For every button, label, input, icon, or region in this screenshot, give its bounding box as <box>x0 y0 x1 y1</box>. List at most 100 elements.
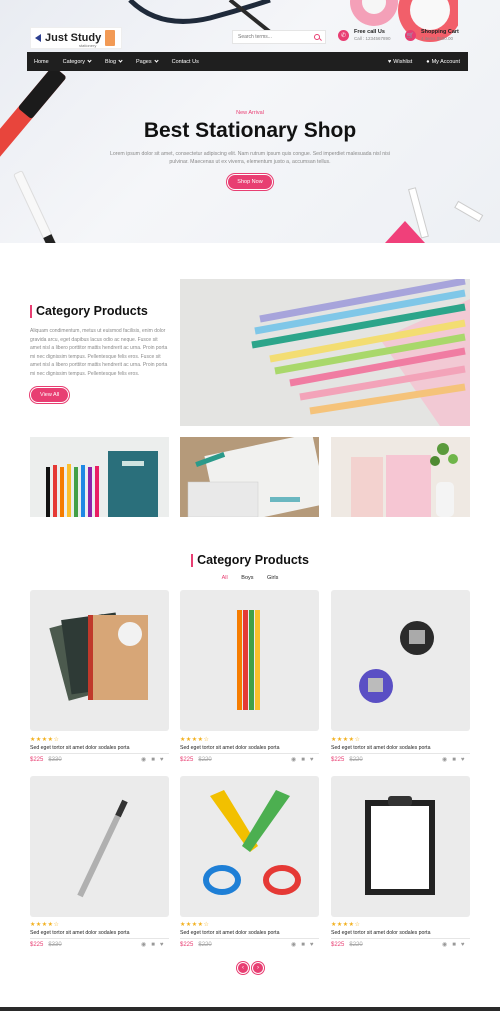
heart-icon[interactable]: ♥ <box>310 757 314 763</box>
heart-icon[interactable]: ♥ <box>461 757 465 763</box>
product-image[interactable] <box>180 776 319 917</box>
product-actions: ◉ ■ ♥ <box>141 941 164 949</box>
product-price: $225 $220 <box>180 942 212 948</box>
user-icon: ● <box>426 58 430 65</box>
keyboard-image <box>187 437 319 517</box>
category-photo-notebooks[interactable] <box>331 437 470 517</box>
carousel-pager: ‹ › <box>237 962 264 974</box>
heart-icon: ♥ <box>388 58 392 65</box>
call-title: Free call Us <box>354 29 385 35</box>
search-input[interactable] <box>238 34 308 40</box>
product-rating: ★★★★☆ <box>331 922 361 928</box>
main-nav: Home Category Blog Pages Contact Us ♥ Wis… <box>27 52 468 71</box>
eye-icon[interactable]: ◉ <box>291 756 296 763</box>
price-current: $225 <box>331 757 345 763</box>
product-title[interactable]: Sed eget tortor sit amet dolor sodales p… <box>180 930 279 936</box>
heart-icon[interactable]: ♥ <box>310 942 314 948</box>
category-photo-markers[interactable] <box>30 437 169 517</box>
search-box[interactable] <box>232 30 326 44</box>
eye-icon[interactable]: ◉ <box>141 941 146 948</box>
divider <box>180 938 319 939</box>
product-image[interactable] <box>30 590 169 731</box>
price-old: $220 <box>349 757 363 763</box>
chevron-down-icon <box>118 58 123 63</box>
product-rating: ★★★★☆ <box>30 922 60 928</box>
category-photo-keyboard[interactable] <box>180 437 319 517</box>
product-image[interactable] <box>331 776 470 917</box>
divider <box>180 753 319 754</box>
pencils-image <box>251 279 470 426</box>
filter-tabs: All Boys Girls <box>0 575 500 581</box>
wishlist-label: Wishlist <box>393 58 413 65</box>
price-old: $220 <box>198 757 212 763</box>
logo-pencil-icon <box>105 30 116 46</box>
product-title[interactable]: Sed eget tortor sit amet dolor sodales p… <box>30 745 129 751</box>
footer-edge <box>0 1007 500 1011</box>
prev-button[interactable]: ‹ <box>237 962 249 974</box>
eye-icon[interactable]: ◉ <box>442 756 447 763</box>
product-rating: ★★★★☆ <box>180 922 210 928</box>
notebooks-product-image <box>49 612 148 701</box>
hero-title: Best Stationary Shop <box>143 119 357 142</box>
eye-icon[interactable]: ◉ <box>141 756 146 763</box>
product-rating: ★★★★☆ <box>180 737 210 743</box>
product-actions: ◉ ■ ♥ <box>442 756 465 764</box>
nav-label: Category <box>62 58 85 65</box>
tab-all[interactable]: All <box>222 575 228 581</box>
product-price: $225 $220 <box>331 757 363 763</box>
view-all-button[interactable]: View All <box>30 387 70 403</box>
tab-boys[interactable]: Boys <box>241 575 253 581</box>
category-intro-description: Aliquam condimentum, metus ut euismod fa… <box>30 328 168 377</box>
nav-label: Contact Us <box>171 58 199 65</box>
phone-icon: ✆ <box>338 29 349 41</box>
shop-now-button[interactable]: Shop Now <box>227 174 273 190</box>
product-price: $225 $330 <box>30 942 62 948</box>
nav-pages[interactable]: Pages <box>136 58 159 65</box>
tab-girls[interactable]: Girls <box>267 575 278 581</box>
wishlist-link[interactable]: ♥ Wishlist <box>388 59 412 65</box>
cart-summary: 4 items $500.00 <box>421 36 454 41</box>
nav-category[interactable]: Category <box>62 58 92 65</box>
category-intro-title: Category Products <box>30 305 170 318</box>
markers-product-image <box>237 610 260 710</box>
next-button[interactable]: › <box>252 962 264 974</box>
product-price: $225 $220 <box>331 942 363 948</box>
cart-icon[interactable]: ■ <box>452 757 456 763</box>
product-image[interactable] <box>180 590 319 731</box>
site-logo[interactable]: Just Study stationery <box>30 27 122 49</box>
price-old: $330 <box>48 942 62 948</box>
cart-icon[interactable]: ■ <box>301 942 305 948</box>
account-link[interactable]: ● My Account <box>426 59 460 65</box>
divider <box>30 753 169 754</box>
product-image[interactable] <box>30 776 169 917</box>
product-actions: ◉ ■ ♥ <box>291 941 314 949</box>
cart-icon[interactable]: ■ <box>452 942 456 948</box>
cart-icon[interactable]: ■ <box>301 757 305 763</box>
nav-right: ♥ Wishlist ● My Account <box>388 52 460 71</box>
eye-icon[interactable]: ◉ <box>291 941 296 948</box>
product-image[interactable] <box>331 590 470 731</box>
cart-icon[interactable]: ■ <box>151 942 155 948</box>
divider <box>30 938 169 939</box>
product-title[interactable]: Sed eget tortor sit amet dolor sodales p… <box>331 745 430 751</box>
nav-contact[interactable]: Contact Us <box>172 59 199 65</box>
eye-icon[interactable]: ◉ <box>442 941 447 948</box>
nav-label: Blog <box>105 58 117 65</box>
logo-arrow-icon <box>35 34 41 42</box>
cart-info[interactable]: 🛒 Shopping Cart 4 items $500.00 <box>405 29 459 41</box>
price-current: $225 <box>180 757 194 763</box>
search-icon[interactable] <box>314 34 320 40</box>
hero-banner: Just Study stationery ✆ Free call Us Cal… <box>0 0 500 243</box>
nav-label: Home <box>34 58 49 65</box>
heart-icon[interactable]: ♥ <box>160 942 164 948</box>
cart-icon[interactable]: ■ <box>151 757 155 763</box>
category-photo-pencils[interactable] <box>180 279 470 426</box>
chevron-down-icon <box>87 58 92 63</box>
heart-icon[interactable]: ♥ <box>160 757 164 763</box>
product-title[interactable]: Sed eget tortor sit amet dolor sodales p… <box>30 930 129 936</box>
nav-blog[interactable]: Blog <box>105 58 123 65</box>
product-title[interactable]: Sed eget tortor sit amet dolor sodales p… <box>180 745 279 751</box>
product-title[interactable]: Sed eget tortor sit amet dolor sodales p… <box>331 930 430 936</box>
nav-home[interactable]: Home <box>34 59 49 65</box>
heart-icon[interactable]: ♥ <box>461 942 465 948</box>
